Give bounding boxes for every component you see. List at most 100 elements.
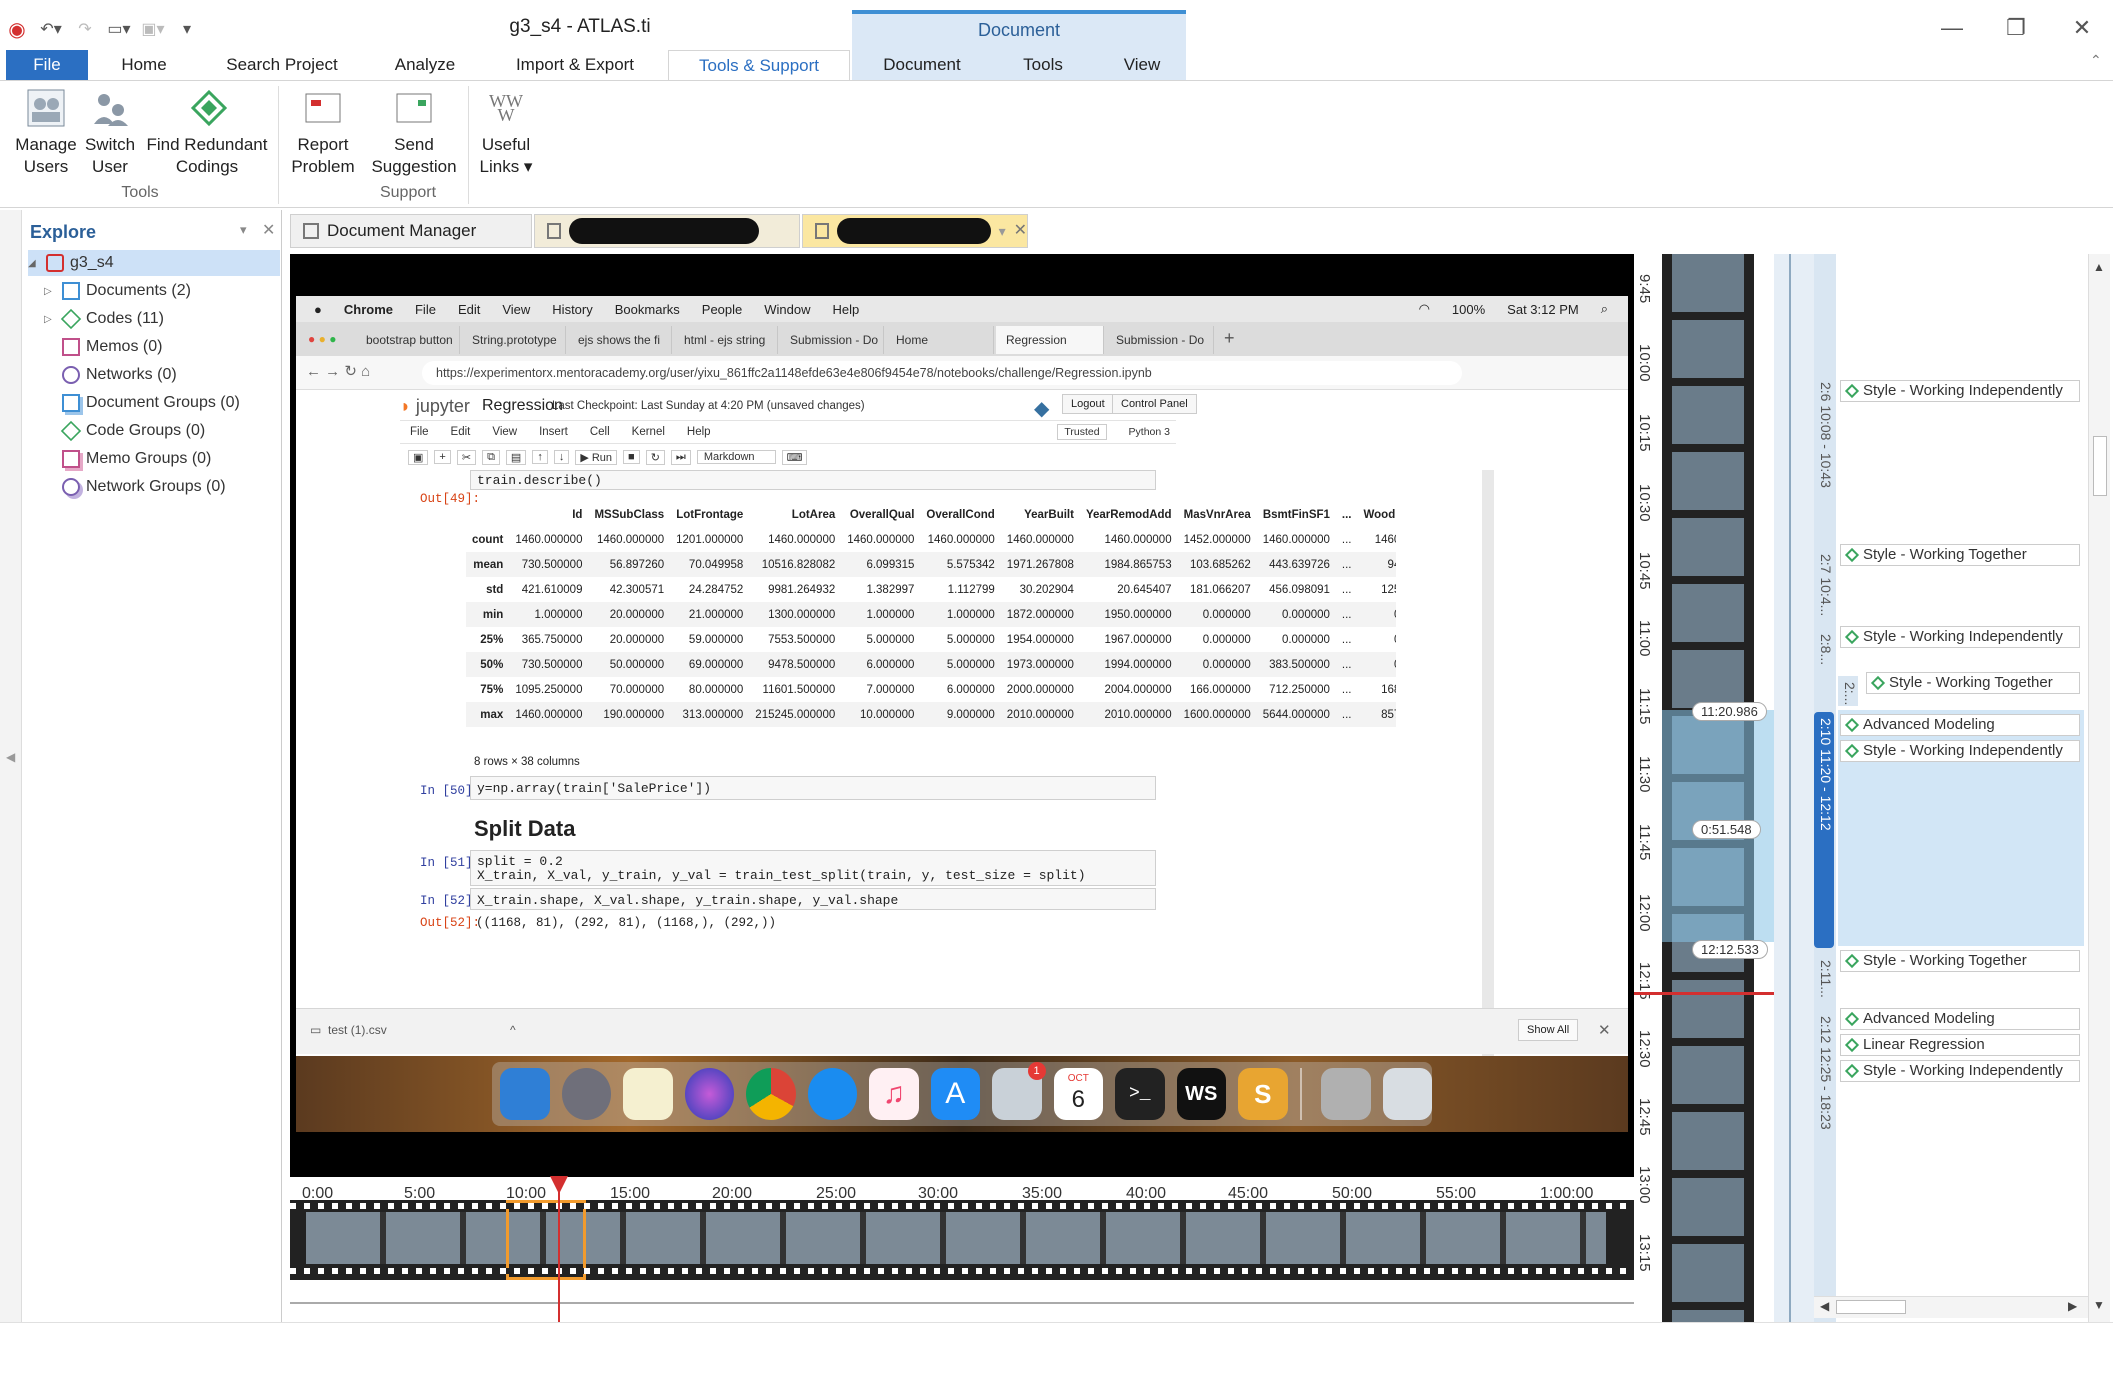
scroll-right-icon[interactable]: ▶ — [2068, 1299, 2077, 1313]
collapse-left-icon[interactable]: ◀ — [6, 750, 15, 764]
code-chip[interactable]: Style - Working Together — [1866, 672, 2080, 694]
tree-item-networks[interactable]: Networks (0) — [62, 362, 177, 388]
restart-icon[interactable]: ↻ — [645, 449, 665, 465]
send-suggestion-button[interactable]: Send Suggestion — [368, 86, 460, 178]
tab-document-redacted[interactable] — [534, 214, 800, 248]
quotation-span[interactable]: 2:8... — [1814, 628, 1834, 670]
chrome-tab-active[interactable]: Regression — [996, 326, 1104, 354]
quotation-span[interactable]: 2:12 12:25 - 18:23 — [1814, 1010, 1834, 1170]
left-collapse-gutter[interactable]: ◀ — [0, 210, 22, 1322]
chrome-tab[interactable]: ejs shows the fi — [568, 326, 672, 354]
find-redundant-codings-button[interactable]: Find Redundant Codings — [146, 86, 268, 178]
quotation-span-selected[interactable]: 2:10 11:20 - 12:12 — [1814, 712, 1834, 948]
tab-analyze[interactable]: Analyze — [380, 50, 470, 80]
code-cell-51[interactable]: split = 0.2 X_train, X_val, y_train, y_va… — [470, 850, 1156, 886]
scroll-up-icon[interactable]: ▲ — [2093, 260, 2105, 274]
tab-document[interactable]: Document — [862, 50, 982, 80]
notebook-name[interactable]: Regression — [482, 397, 563, 415]
cell-type-select[interactable]: Markdown — [696, 450, 776, 464]
expand-triangle-icon[interactable]: ▷ — [44, 286, 56, 297]
url-field[interactable]: https://experimentorx.mentoracademy.org/… — [422, 361, 1462, 385]
quotation-span[interactable]: 2:7 10:4... — [1814, 548, 1834, 618]
redo-icon[interactable]: ↷ — [74, 18, 96, 40]
tab-tools[interactable]: Tools — [998, 50, 1088, 80]
restore-icon[interactable]: ❐ — [1998, 14, 2034, 42]
tab-search-project[interactable]: Search Project — [214, 50, 350, 80]
show-all-button[interactable]: Show All — [1518, 1019, 1579, 1041]
save-icon[interactable]: ▣ — [408, 449, 429, 465]
code-cell-52[interactable]: X_train.shape, X_val.shape, y_train.shap… — [470, 888, 1156, 910]
save-icon[interactable]: ▣▾ — [141, 18, 164, 40]
code-chip[interactable]: Style - Working Independently — [1840, 740, 2080, 762]
code-chip[interactable]: Style - Working Independently — [1840, 626, 2080, 648]
tree-item-codes[interactable]: ▷ Codes (11) — [44, 306, 164, 332]
describe-cell[interactable]: train.describe() — [470, 470, 1156, 490]
explore-dropdown-icon[interactable]: ▾ — [240, 222, 247, 238]
manage-users-button[interactable]: Manage Users — [10, 86, 82, 178]
scroll-thumb[interactable] — [2093, 436, 2107, 496]
move-up-icon[interactable]: ↑ — [532, 450, 548, 464]
report-problem-button[interactable]: Report Problem — [288, 86, 358, 178]
switch-user-button[interactable]: Switch User — [80, 86, 140, 178]
add-cell-icon[interactable]: + — [434, 450, 451, 464]
customize-qat-icon[interactable]: ▾ — [176, 18, 198, 40]
tab-file[interactable]: File — [6, 50, 88, 80]
code-chip[interactable]: Style - Working Together — [1840, 950, 2080, 972]
new-tab-icon[interactable]: + — [1224, 328, 1235, 349]
expand-triangle-icon[interactable]: ▷ — [44, 314, 56, 325]
horizontal-scrollbar[interactable]: ◀ ▶ — [1814, 1296, 2088, 1318]
scroll-left-icon[interactable]: ◀ — [1820, 1299, 1829, 1313]
playhead[interactable] — [558, 1180, 560, 1322]
nav-buttons-icon[interactable]: ← → ↻ ⌂ — [306, 362, 370, 380]
close-icon[interactable]: ✕ — [2064, 14, 2100, 42]
quotation-span[interactable]: 2:... — [1838, 676, 1858, 706]
tree-item-network-groups[interactable]: Network Groups (0) — [62, 474, 226, 500]
tab-document-manager[interactable]: Document Manager — [290, 214, 532, 248]
undo-icon[interactable]: ↶▾ — [40, 18, 62, 40]
stop-icon[interactable]: ■ — [623, 450, 640, 464]
scroll-thumb[interactable] — [1836, 1300, 1906, 1314]
code-chip[interactable]: Linear Regression — [1840, 1034, 2080, 1056]
collapse-ribbon-icon[interactable]: ⌃ — [2090, 52, 2102, 69]
chrome-tab[interactable]: Submission - Do — [780, 326, 884, 354]
quotation-span[interactable]: 2:11... — [1814, 954, 1834, 1002]
tab-view[interactable]: View — [1102, 50, 1182, 80]
code-chip[interactable]: Style - Working Together — [1840, 544, 2080, 566]
run-button[interactable]: ▶ Run — [575, 449, 618, 465]
vertical-scrollbar[interactable]: ▲ ▼ — [2088, 254, 2110, 1322]
code-cell-50[interactable]: y=np.array(train['SalePrice']) — [470, 776, 1156, 800]
close-download-bar-icon[interactable]: ✕ — [1598, 1021, 1611, 1039]
code-chip[interactable]: Advanced Modeling — [1840, 714, 2080, 736]
minimize-icon[interactable]: — — [1934, 14, 1970, 42]
code-chip[interactable]: Advanced Modeling — [1840, 1008, 2080, 1030]
tree-item-document-groups[interactable]: Document Groups (0) — [62, 390, 240, 416]
cut-icon[interactable]: ✂ — [456, 449, 477, 465]
tab-dropdown-icon[interactable]: ▾ — [999, 215, 1006, 247]
tree-item-memo-groups[interactable]: Memo Groups (0) — [62, 446, 211, 472]
keyboard-icon[interactable]: ⌨ — [781, 449, 808, 465]
download-file[interactable]: ▭ test (1).csv ^ — [310, 1023, 516, 1037]
copy-icon[interactable]: ⧉ — [482, 449, 500, 465]
logout-button[interactable]: Logout — [1062, 394, 1114, 414]
tab-import-export[interactable]: Import & Export — [500, 50, 650, 80]
tab-tools-support[interactable]: Tools & Support — [668, 50, 850, 80]
tree-item-memos[interactable]: Memos (0) — [62, 334, 162, 360]
chrome-tab[interactable]: Submission - Do — [1106, 326, 1214, 354]
code-chip[interactable]: Style - Working Independently — [1840, 380, 2080, 402]
chrome-tab[interactable]: bootstrap button — [356, 326, 460, 354]
chrome-tab[interactable]: String.prototype — [462, 326, 566, 354]
chrome-tab[interactable]: Home — [886, 326, 994, 354]
tree-item-documents[interactable]: ▷ Documents (2) — [44, 278, 191, 304]
paste-icon[interactable]: ▤ — [505, 449, 527, 465]
scroll-down-icon[interactable]: ▼ — [2093, 1298, 2105, 1312]
control-panel-button[interactable]: Control Panel — [1112, 394, 1197, 414]
collapse-triangle-icon[interactable]: ◢ — [28, 258, 40, 269]
notebook-scrollbar[interactable] — [1482, 470, 1494, 1056]
move-down-icon[interactable]: ↓ — [553, 450, 570, 464]
tab-close-icon[interactable]: ✕ — [1014, 215, 1027, 247]
useful-links-button[interactable]: WW W Useful Links ▾ — [474, 86, 538, 178]
tree-root-project[interactable]: ◢ g3_s4 — [28, 250, 114, 276]
explore-close-icon[interactable]: ✕ — [262, 220, 275, 240]
layout-icon[interactable]: ▭▾ — [107, 18, 130, 40]
run-all-icon[interactable]: ⏭ — [670, 449, 691, 465]
